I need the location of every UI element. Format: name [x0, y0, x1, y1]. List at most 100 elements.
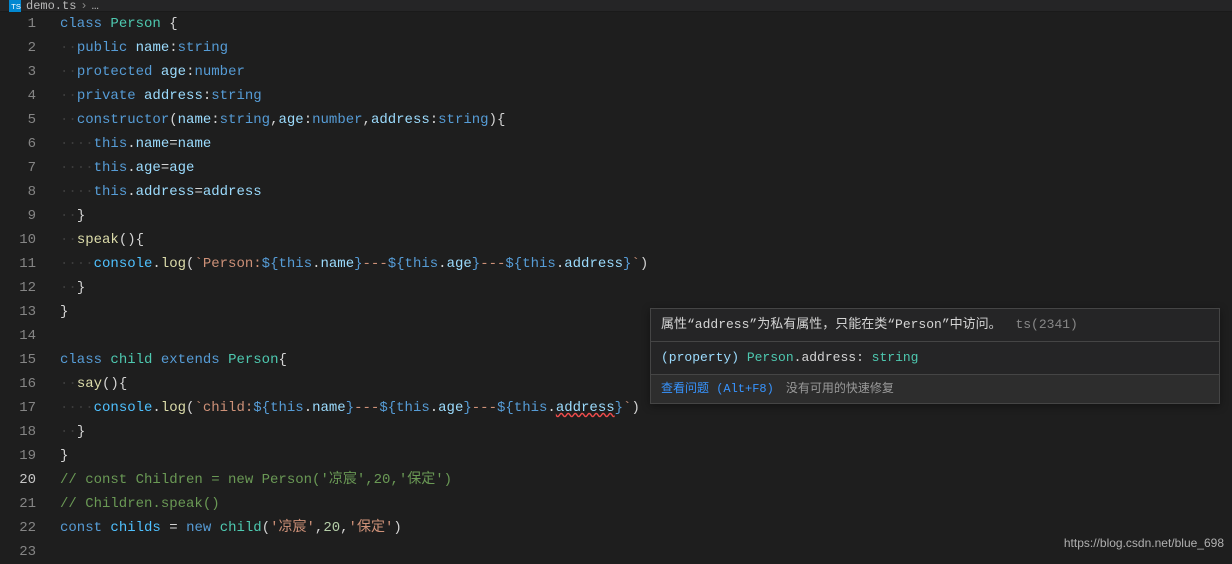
token-pun: , — [363, 112, 371, 128]
token-obj: childs — [110, 520, 160, 536]
token-kw: new — [186, 520, 211, 536]
code-line[interactable]: ····this.age=age — [60, 156, 1232, 180]
token-kw: public — [77, 40, 127, 56]
code-line[interactable]: } — [60, 444, 1232, 468]
line-number: 14 — [0, 324, 36, 348]
token-kw: protected — [77, 64, 153, 80]
line-number: 22 — [0, 516, 36, 540]
token-pun: . — [127, 184, 135, 200]
hover-error-text: 属性“address”为私有属性，只能在类“Person”中访问。 — [661, 317, 1002, 332]
token-ws: ·· — [60, 376, 77, 392]
token-fn: log — [161, 256, 186, 272]
token-kw: this — [405, 256, 439, 272]
token-kw: class — [60, 16, 102, 32]
token-pun: , — [340, 520, 348, 536]
hover-actions-bar: 查看问题 (Alt+F8) 没有可用的快速修复 — [651, 374, 1219, 403]
code-editor[interactable]: 1234567891011121314151617181920212223 cl… — [0, 12, 1232, 564]
code-line[interactable]: ····this.address=address — [60, 180, 1232, 204]
token-typekw: number — [312, 112, 362, 128]
token-tplp: } — [472, 256, 480, 272]
token-op: = — [161, 160, 169, 176]
line-number: 5 — [0, 108, 36, 132]
token-var: name — [136, 40, 170, 56]
token-fn: log — [161, 400, 186, 416]
code-line[interactable]: ··constructor(name:string,age:number,add… — [60, 108, 1232, 132]
token-ws: ·· — [60, 232, 77, 248]
code-line[interactable]: ··} — [60, 204, 1232, 228]
code-line[interactable]: const childs = new child('凉宸',20,'保定') — [60, 516, 1232, 540]
code-line[interactable]: ··protected age:number — [60, 60, 1232, 84]
token-kw: this — [94, 184, 128, 200]
token-var: address — [556, 400, 615, 416]
token-pun: : — [304, 112, 312, 128]
token-ws — [161, 16, 169, 32]
token-pun: . — [547, 400, 555, 416]
token-var: address — [203, 184, 262, 200]
code-line[interactable] — [60, 540, 1232, 564]
token-str: ` — [631, 256, 639, 272]
code-line[interactable]: ··public name:string — [60, 36, 1232, 60]
code-line[interactable]: class Person { — [60, 12, 1232, 36]
line-number: 7 — [0, 156, 36, 180]
token-kw: const — [60, 520, 102, 536]
line-number: 23 — [0, 540, 36, 564]
token-str: '保定' — [349, 520, 394, 536]
token-pun: } — [60, 448, 68, 464]
code-line[interactable]: ····this.name=name — [60, 132, 1232, 156]
token-kw: constructor — [77, 112, 169, 128]
token-pun: : — [169, 40, 177, 56]
hover-tooltip: 属性“address”为私有属性，只能在类“Person”中访问。 ts(234… — [650, 308, 1220, 404]
token-cmt: // const Children = new Person('凉宸',20,'… — [60, 472, 452, 488]
token-fn: speak — [77, 232, 119, 248]
hover-sig-class: Person — [747, 350, 794, 365]
token-ws — [127, 40, 135, 56]
token-tplp: ${ — [262, 256, 279, 272]
token-ws — [152, 352, 160, 368]
token-str: '凉宸' — [270, 520, 315, 536]
token-obj: console — [94, 256, 153, 272]
line-number: 6 — [0, 132, 36, 156]
token-pun: { — [119, 376, 127, 392]
line-number: 20 — [0, 468, 36, 492]
token-ws: ·· — [60, 88, 77, 104]
code-line[interactable]: ····console.log(`Person:${this.name}---$… — [60, 252, 1232, 276]
token-pun: () — [102, 376, 119, 392]
code-line[interactable]: ··private address:string — [60, 84, 1232, 108]
code-line[interactable]: ··} — [60, 276, 1232, 300]
token-ws — [178, 520, 186, 536]
view-problem-link[interactable]: 查看问题 (Alt+F8) — [661, 379, 774, 399]
token-ws: ·· — [60, 64, 77, 80]
token-ws: ···· — [60, 256, 94, 272]
token-pun: ( — [262, 520, 270, 536]
line-number: 4 — [0, 84, 36, 108]
code-line[interactable]: ··speak(){ — [60, 228, 1232, 252]
token-pun: . — [304, 400, 312, 416]
token-pun: } — [77, 208, 85, 224]
token-pun: : — [430, 112, 438, 128]
token-obj: console — [94, 400, 153, 416]
token-var: name — [178, 136, 212, 152]
watermark-text: https://blog.csdn.net/blue_698 — [1064, 531, 1224, 555]
token-pun: . — [127, 136, 135, 152]
token-pun: : — [203, 88, 211, 104]
token-kw: this — [94, 160, 128, 176]
code-line[interactable]: // Children.speak() — [60, 492, 1232, 516]
line-number: 18 — [0, 420, 36, 444]
token-pun: . — [312, 256, 320, 272]
token-pun: ) — [640, 256, 648, 272]
token-kw: this — [270, 400, 304, 416]
code-content[interactable]: class Person {··public name:string··prot… — [50, 12, 1232, 564]
token-ws: ·· — [60, 208, 77, 224]
breadcrumb-bar: TS demo.ts › … — [0, 0, 1232, 12]
code-line[interactable]: // const Children = new Person('凉宸',20,'… — [60, 468, 1232, 492]
token-tplp: ${ — [253, 400, 270, 416]
token-tplp: ${ — [388, 256, 405, 272]
code-line[interactable]: ··} — [60, 420, 1232, 444]
token-ws — [161, 520, 169, 536]
token-var: age — [161, 64, 186, 80]
token-ws: ···· — [60, 184, 94, 200]
token-tplp: ${ — [497, 400, 514, 416]
token-type: child — [110, 352, 152, 368]
line-number: 17 — [0, 396, 36, 420]
line-number: 3 — [0, 60, 36, 84]
